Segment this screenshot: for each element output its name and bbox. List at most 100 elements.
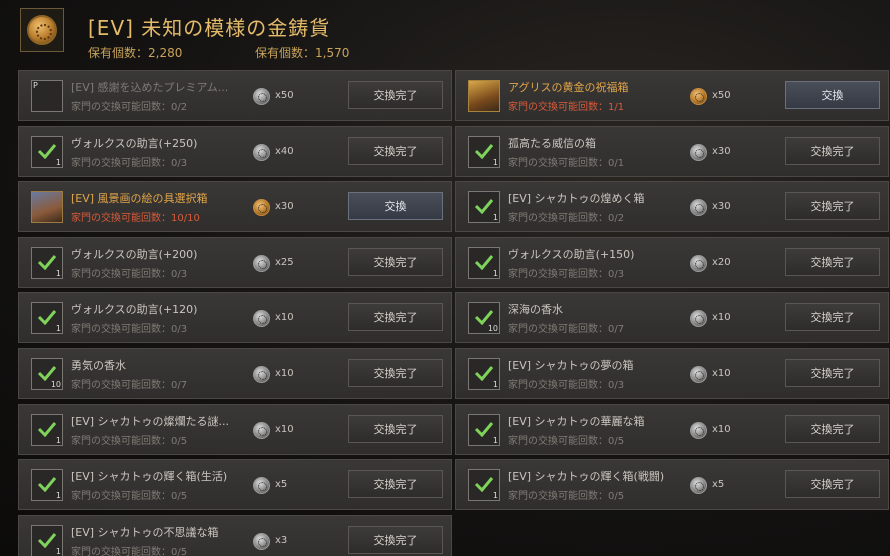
price-coin-icon: [690, 143, 707, 161]
check-icon: 1: [468, 191, 500, 224]
item-price: x30: [712, 201, 731, 213]
checkmark-icon: [474, 199, 494, 215]
price-coin-icon: [253, 532, 270, 550]
item-price: x40: [275, 145, 294, 157]
exchange-count: 家門の交換可能回数：0/5: [508, 491, 625, 503]
price-coin-icon: [690, 421, 707, 439]
exchange-done-button[interactable]: 交換完了: [785, 192, 880, 221]
exchange-done-button[interactable]: 交換完了: [348, 136, 443, 165]
checkmark-icon: [37, 143, 57, 159]
exchange-done-button[interactable]: 交換完了: [348, 81, 443, 109]
exchange-done-button[interactable]: 交換完了: [348, 303, 443, 332]
shop-header: [EV] 未知の模様の金鋳貨 保有個数：2,280 保有個数：1,570: [0, 0, 890, 64]
exchange-done-button[interactable]: 交換完了: [348, 470, 443, 499]
item-quantity: 1: [492, 491, 498, 501]
item-price: x25: [275, 256, 294, 268]
exchange-count: 家門の交換可能回数：0/3: [71, 324, 188, 336]
check-icon: 1: [468, 246, 500, 279]
exchange-done-button[interactable]: 交換完了: [785, 470, 880, 499]
item-price: x30: [275, 201, 294, 213]
check-icon: 1: [31, 302, 63, 335]
exchange-done-button[interactable]: 交換完了: [348, 247, 443, 276]
check-icon: 1: [31, 246, 63, 279]
exchange-done-button[interactable]: 交換完了: [785, 358, 880, 387]
price-coin-icon: [253, 421, 270, 439]
price-coin-icon: [690, 254, 707, 272]
exchange-row: [EV] 風景画の絵の具選択箱 家門の交換可能回数：10/10 x30 交換: [18, 181, 452, 233]
checkmark-icon: [37, 310, 57, 326]
exchange-row: 10 深海の香水 家門の交換可能回数：0/7 x10 交換完了: [455, 292, 889, 344]
exchange-count: 家門の交換可能回数：0/1: [508, 157, 625, 169]
item-name: [EV] シャカトゥの輝く箱(生活): [71, 470, 228, 484]
exchange-count: 家門の交換可能回数：0/3: [71, 157, 188, 169]
exchange-count: 家門の交換可能回数：0/5: [508, 435, 625, 447]
item-name: [EV] シャカトゥの夢の箱: [508, 358, 634, 372]
exchange-row: 1 [EV] シャカトゥの不思議な箱 家門の交換可能回数：0/5 x3 交換完了: [18, 514, 452, 556]
check-icon: 1: [468, 469, 500, 502]
exchange-done-button[interactable]: 交換完了: [785, 414, 880, 443]
check-icon: 1: [468, 135, 500, 168]
check-icon: 1: [31, 524, 63, 556]
item-price: x50: [275, 90, 294, 101]
exchange-done-button[interactable]: 交換完了: [348, 358, 443, 387]
exchange-list-right: アグリスの黄金の祝福箱 家門の交換可能回数：1/1 x50 交換 1 孤高たる威信の箱 家門…: [455, 70, 889, 515]
check-icon: 1: [468, 413, 500, 446]
item-name: [EV] シャカトゥの煌めく箱: [508, 192, 645, 206]
exchange-row: 1 [EV] シャカトゥの輝く箱(生活) 家門の交換可能回数：0/5 x5 交換完了: [18, 459, 452, 511]
price-coin-icon: [253, 143, 270, 161]
item-quantity: 1: [492, 379, 498, 389]
item-quantity: 1: [55, 268, 61, 278]
item-name: [EV] シャカトゥの輝く箱(戦闘): [508, 470, 665, 484]
item-name: ヴォルクスの助言(+250): [71, 136, 198, 150]
exchange-row: 1 [EV] シャカトゥの煌めく箱 家門の交換可能回数：0/2 x30 交換完了: [455, 181, 889, 233]
exchange-done-button[interactable]: 交換完了: [348, 525, 443, 554]
exchange-count: 家門の交換可能回数：0/2: [508, 213, 625, 225]
price-coin-icon: [253, 88, 270, 105]
item-quantity: 1: [55, 546, 61, 556]
exchange-button[interactable]: 交換: [348, 192, 443, 221]
exchange-done-button[interactable]: 交換完了: [785, 303, 880, 332]
item-price: x50: [712, 90, 731, 101]
check-icon: 10: [31, 357, 63, 390]
item-quantity: 1: [492, 157, 498, 167]
exchange-done-button[interactable]: 交換完了: [348, 414, 443, 443]
check-icon: 10: [468, 302, 500, 335]
item-price: x10: [275, 312, 294, 324]
item-quantity: 1: [492, 213, 498, 223]
price-coin-icon: [253, 199, 270, 217]
exchange-button[interactable]: 交換: [785, 81, 880, 109]
checkmark-icon: [474, 421, 494, 437]
item-name: [EV] 風景画の絵の具選択箱: [71, 192, 208, 206]
exchange-count: 家門の交換可能回数：0/7: [508, 324, 625, 336]
exchange-done-button[interactable]: 交換完了: [785, 136, 880, 165]
item-price: x20: [712, 256, 731, 268]
checkmark-icon: [474, 143, 494, 159]
item-quantity: 10: [50, 379, 61, 389]
exchange-row: P [EV] 感謝を込めたプレミアム... 家門の交換可能回数：0/2 x50 交換完了: [18, 70, 452, 121]
checkmark-icon: [474, 254, 494, 270]
exchange-count: 家門の交換可能回数：0/3: [508, 268, 625, 280]
item-quantity: 1: [492, 268, 498, 278]
exchange-row: 1 [EV] シャカトゥの燦爛たる謎... 家門の交換可能回数：0/5 x10 交換完了: [18, 403, 452, 455]
exchange-count: 家門の交換可能回数：0/2: [71, 102, 188, 113]
check-icon: 1: [31, 469, 63, 502]
price-coin-icon: [253, 310, 270, 328]
price-coin-icon: [690, 310, 707, 328]
exchange-row: 1 [EV] シャカトゥの夢の箱 家門の交換可能回数：0/3 x10 交換完了: [455, 347, 889, 399]
item-price: x30: [712, 145, 731, 157]
item-name: [EV] シャカトゥの不思議な箱: [71, 525, 219, 539]
checkmark-icon: [37, 366, 57, 381]
item-quantity: 1: [55, 435, 61, 445]
checkmark-icon: [37, 477, 57, 493]
price-coin-icon: [253, 477, 270, 495]
price-coin-icon: [253, 365, 270, 383]
item-price: x10: [712, 367, 731, 379]
exchange-row: 1 ヴォルクスの助言(+250) 家門の交換可能回数：0/3 x40 交換完了: [18, 125, 452, 177]
check-icon: 1: [31, 413, 63, 446]
exchange-count: 家門の交換可能回数：0/7: [71, 379, 188, 391]
premium-box-icon: P: [31, 80, 63, 112]
golden-box-icon: [468, 80, 500, 112]
item-price: x5: [712, 479, 725, 491]
exchange-count: 家門の交換可能回数：10/10: [71, 213, 200, 225]
exchange-done-button[interactable]: 交換完了: [785, 247, 880, 276]
